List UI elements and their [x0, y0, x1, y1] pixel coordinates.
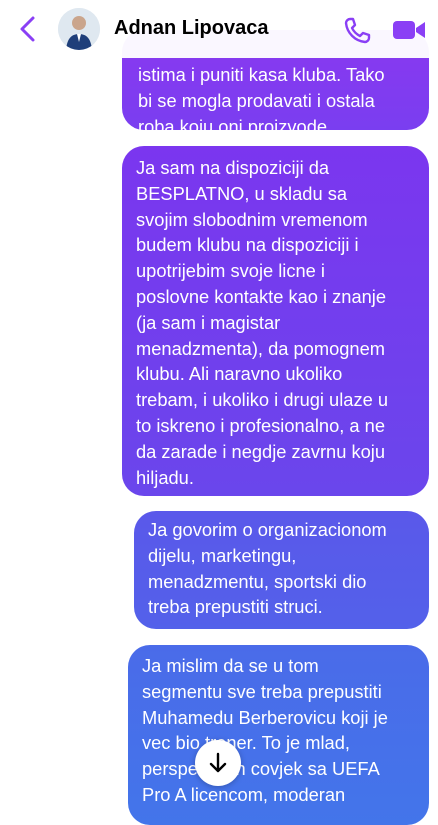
contact-name[interactable]: Adnan Lipovaca — [114, 17, 268, 40]
message-bubble-outgoing[interactable]: Ja sam na dispoziciji da BESPLATNO, u sk… — [122, 146, 429, 496]
arrow-down-icon — [209, 752, 227, 773]
video-camera-icon[interactable] — [392, 18, 428, 42]
chat-header: Adnan Lipovaca — [0, 0, 438, 58]
chevron-left-icon[interactable] — [16, 14, 40, 44]
scroll-to-bottom-button[interactable] — [195, 740, 241, 786]
message-bubble-outgoing[interactable]: Ja mislim da se u tom segmentu sve treba… — [128, 645, 429, 825]
avatar[interactable] — [58, 8, 100, 50]
message-bubble-outgoing[interactable]: Ja govorim o organizacionom dijelu, mark… — [134, 511, 429, 629]
phone-icon[interactable] — [344, 16, 372, 44]
